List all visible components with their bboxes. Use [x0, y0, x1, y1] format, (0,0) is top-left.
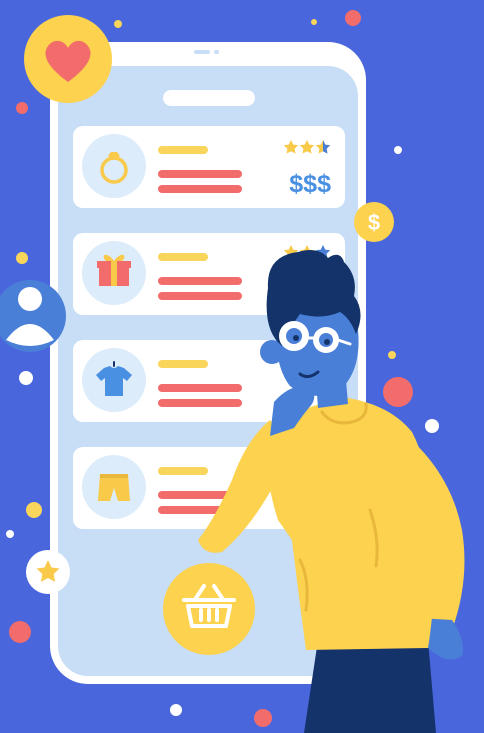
dot-coral	[9, 621, 31, 643]
illustration-scene: $$$ $	[0, 0, 484, 733]
dot-yellow	[16, 252, 28, 264]
search-bar	[163, 90, 255, 106]
dot-white	[170, 704, 182, 716]
title-bar	[158, 146, 208, 154]
dot-yellow	[26, 502, 42, 518]
text-bar	[158, 292, 242, 300]
dot-coral	[254, 709, 272, 727]
dot-coral	[383, 377, 413, 407]
price-label: $$$	[289, 170, 331, 198]
dollar-badge: $	[354, 202, 394, 242]
star-badge	[26, 550, 70, 594]
text-bar	[158, 277, 242, 285]
dot-white	[394, 146, 402, 154]
dot-white	[425, 419, 439, 433]
basket-button[interactable]	[163, 563, 255, 655]
dot-coral	[345, 10, 361, 26]
product-card-ring: $$$	[73, 126, 345, 208]
icon-circle	[82, 134, 146, 198]
text-bar	[158, 170, 242, 178]
dot-yellow	[311, 19, 317, 25]
title-bar	[158, 360, 208, 368]
pants	[304, 640, 436, 733]
title-bar	[158, 253, 208, 261]
text-bar	[158, 384, 242, 392]
heart-badge	[24, 15, 112, 103]
illustration-canvas: $$$ $	[0, 10, 465, 733]
dollar-icon: $	[368, 210, 380, 235]
title-bar	[158, 467, 208, 475]
dot-white	[6, 530, 14, 538]
phone-camera	[214, 50, 219, 54]
text-bar	[158, 185, 242, 193]
dot-yellow	[114, 20, 122, 28]
dot-yellow	[388, 351, 396, 359]
dot-white	[19, 371, 33, 385]
phone-speaker	[194, 50, 210, 54]
dot-coral	[16, 102, 28, 114]
text-bar	[158, 399, 242, 407]
